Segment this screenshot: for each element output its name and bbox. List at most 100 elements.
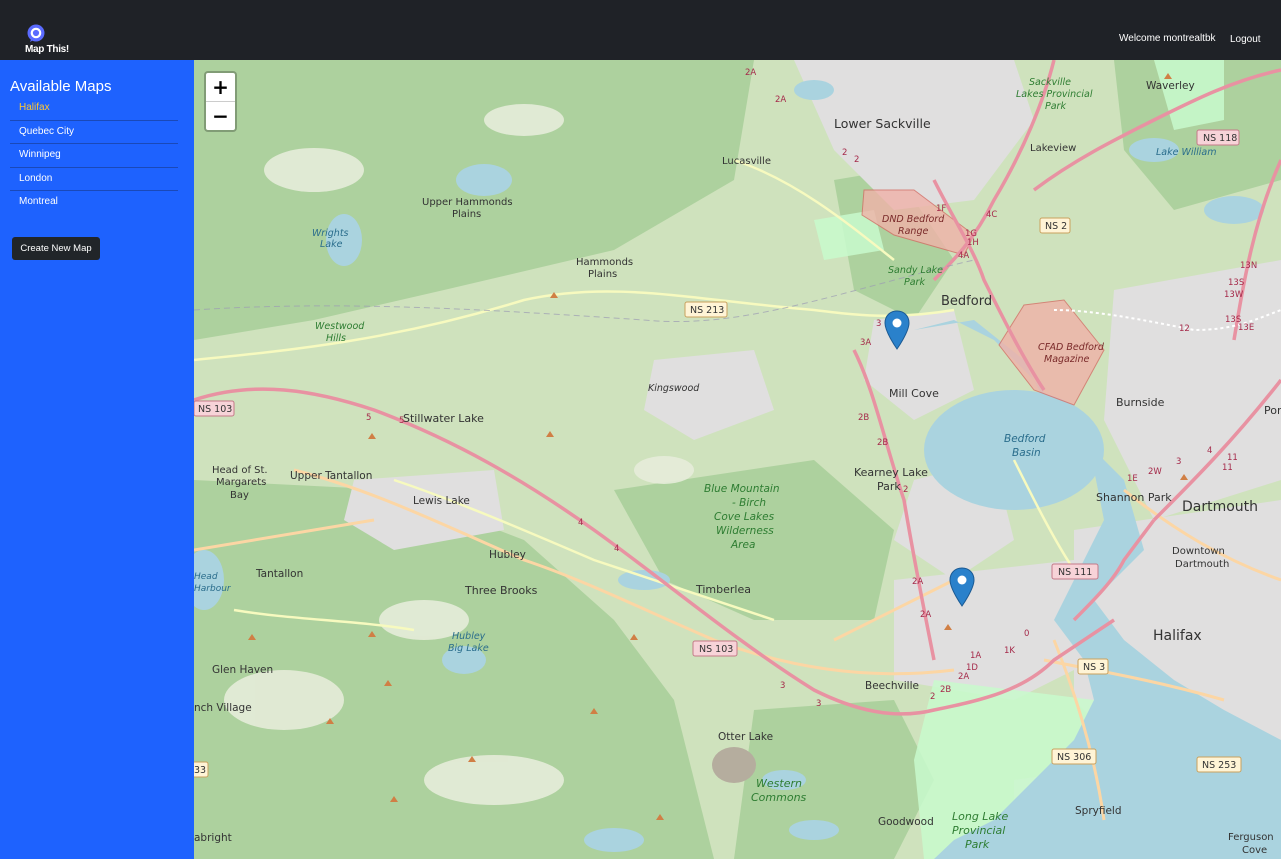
- svg-text:1K: 1K: [1004, 646, 1015, 656]
- shield-ns306: NS 306: [1051, 748, 1097, 765]
- label-westwood-1: Westwood: [315, 321, 365, 332]
- svg-text:33: 33: [194, 765, 206, 776]
- svg-text:2A: 2A: [920, 610, 931, 620]
- label-wrights-1: Wrights: [312, 228, 349, 239]
- svg-text:13N: 13N: [1240, 261, 1257, 271]
- app-logo[interactable]: Map This!: [24, 24, 69, 56]
- label-western-2: Commons: [751, 791, 807, 804]
- shield-ns253: NS 253: [1196, 756, 1242, 773]
- label-head-st-1: Head of St.: [212, 465, 268, 476]
- label-head-st-2: Margarets: [216, 477, 266, 488]
- label-dartmouth: Dartmouth: [1182, 499, 1258, 515]
- svg-text:2B: 2B: [940, 685, 951, 695]
- shield-ns103-b: NS 103: [692, 640, 738, 657]
- map-item-london[interactable]: London: [10, 168, 178, 191]
- svg-text:3A: 3A: [860, 338, 871, 348]
- svg-text:2: 2: [930, 692, 935, 702]
- svg-text:NS 3: NS 3: [1083, 662, 1105, 673]
- map-item-montreal[interactable]: Montreal: [10, 191, 178, 215]
- svg-text:4: 4: [578, 518, 583, 528]
- label-lake-william: Lake William: [1156, 147, 1217, 158]
- zoom-in-button[interactable]: +: [206, 73, 235, 102]
- svg-text:NS 103: NS 103: [699, 644, 733, 655]
- svg-text:13W: 13W: [1224, 290, 1244, 300]
- label-hammonds-1: Hammonds: [576, 257, 633, 268]
- map-item-winnipeg[interactable]: Winnipeg: [10, 144, 178, 168]
- label-kearney-1: Kearney Lake: [854, 466, 928, 479]
- svg-text:3: 3: [816, 699, 821, 709]
- label-sackville-lakes-2: Lakes Provincial: [1016, 89, 1093, 100]
- label-blue-mountain-5: Area: [730, 539, 755, 551]
- label-blue-mountain-1: Blue Mountain: [704, 483, 780, 495]
- label-blue-mountain-3: Cove Lakes: [714, 511, 775, 523]
- label-upper-hammonds-1: Upper Hammonds: [422, 197, 513, 208]
- welcome-text: Welcome montrealtbk: [1119, 33, 1216, 44]
- svg-text:3: 3: [1176, 457, 1181, 467]
- shield-33: 33: [194, 761, 209, 778]
- label-fergusons-2: Cove: [1242, 845, 1267, 856]
- map-tiles[interactable]: Lower Sackville Lucasville Sackville Lak…: [194, 60, 1281, 859]
- svg-text:4: 4: [1207, 446, 1212, 456]
- quarry: [712, 747, 756, 783]
- label-hubley-big-2: Big Lake: [448, 643, 489, 654]
- label-cfad-1: CFAD Bedford: [1038, 342, 1105, 353]
- shield-ns118: NS 118: [1196, 129, 1240, 146]
- svg-text:13E: 13E: [1238, 323, 1254, 333]
- map-marker-icon[interactable]: [884, 310, 910, 350]
- map-canvas[interactable]: Lower Sackville Lucasville Sackville Lak…: [194, 60, 1281, 859]
- top-navbar: Map This! Welcome montrealtbk Logout: [0, 0, 1281, 60]
- label-stillwater: Stillwater Lake: [403, 412, 484, 425]
- svg-text:5: 5: [366, 413, 371, 423]
- svg-text:2A: 2A: [745, 68, 756, 78]
- svg-text:1F: 1F: [936, 204, 946, 214]
- svg-text:NS 2: NS 2: [1045, 221, 1067, 232]
- map-marker-icon[interactable]: [949, 567, 975, 607]
- label-sackville-lakes-3: Park: [1045, 101, 1066, 112]
- label-lewis-lake: Lewis Lake: [413, 495, 470, 507]
- label-port: Port: [1264, 404, 1281, 417]
- svg-text:12: 12: [1179, 324, 1190, 334]
- label-spryfield: Spryfield: [1075, 805, 1122, 817]
- label-head-harbour-1: Head: [194, 572, 218, 582]
- label-blue-mountain-2: - Birch: [732, 497, 766, 509]
- svg-text:NS 111: NS 111: [1058, 567, 1092, 578]
- label-upper-hammonds-2: Plains: [452, 209, 481, 220]
- svg-text:1A: 1A: [970, 651, 981, 661]
- sidebar-title: Available Maps: [10, 78, 112, 95]
- label-western-1: Western: [756, 777, 802, 790]
- svg-text:11: 11: [1227, 453, 1238, 463]
- label-long-lake-1: Long Lake: [952, 810, 1009, 823]
- label-fergusons-1: Ferguson: [1228, 832, 1274, 843]
- svg-text:NS 306: NS 306: [1057, 752, 1091, 763]
- label-hammonds-2: Plains: [588, 269, 617, 280]
- label-head-st-3: Bay: [230, 490, 249, 501]
- label-beechville: Beechville: [865, 680, 919, 692]
- label-nch-village: nch Village: [194, 702, 252, 714]
- label-downtown-2: Dartmouth: [1175, 559, 1229, 570]
- shield-ns2: NS 2: [1039, 217, 1071, 234]
- map-item-quebec-city[interactable]: Quebec City: [10, 121, 178, 144]
- map-pin-logo-icon: [27, 24, 45, 42]
- svg-text:5: 5: [399, 416, 404, 426]
- svg-text:4A: 4A: [958, 251, 969, 261]
- label-cfad-2: Magazine: [1044, 354, 1090, 365]
- label-abright: abright: [194, 832, 232, 844]
- svg-text:11: 11: [1222, 463, 1233, 473]
- label-burnside: Burnside: [1116, 396, 1165, 409]
- label-shannon-park: Shannon Park: [1096, 491, 1172, 504]
- logout-link[interactable]: Logout: [1230, 34, 1261, 45]
- label-sackville-lakes-1: Sackville: [1029, 77, 1071, 88]
- label-tantallon: Tantallon: [255, 568, 303, 580]
- label-sandy-2: Park: [904, 277, 925, 288]
- map-item-halifax[interactable]: Halifax: [10, 97, 178, 121]
- shield-ns111: NS 111: [1051, 563, 1099, 580]
- create-new-map-button[interactable]: Create New Map: [12, 237, 100, 260]
- zoom-out-button[interactable]: −: [206, 102, 235, 131]
- app-name: Map This!: [25, 44, 69, 55]
- label-long-lake-3: Park: [965, 838, 990, 851]
- svg-text:2B: 2B: [858, 413, 869, 423]
- label-upper-tantallon: Upper Tantallon: [290, 470, 372, 482]
- label-lucasville: Lucasville: [722, 156, 771, 167]
- svg-text:NS 213: NS 213: [690, 305, 724, 316]
- svg-text:NS 118: NS 118: [1203, 133, 1237, 144]
